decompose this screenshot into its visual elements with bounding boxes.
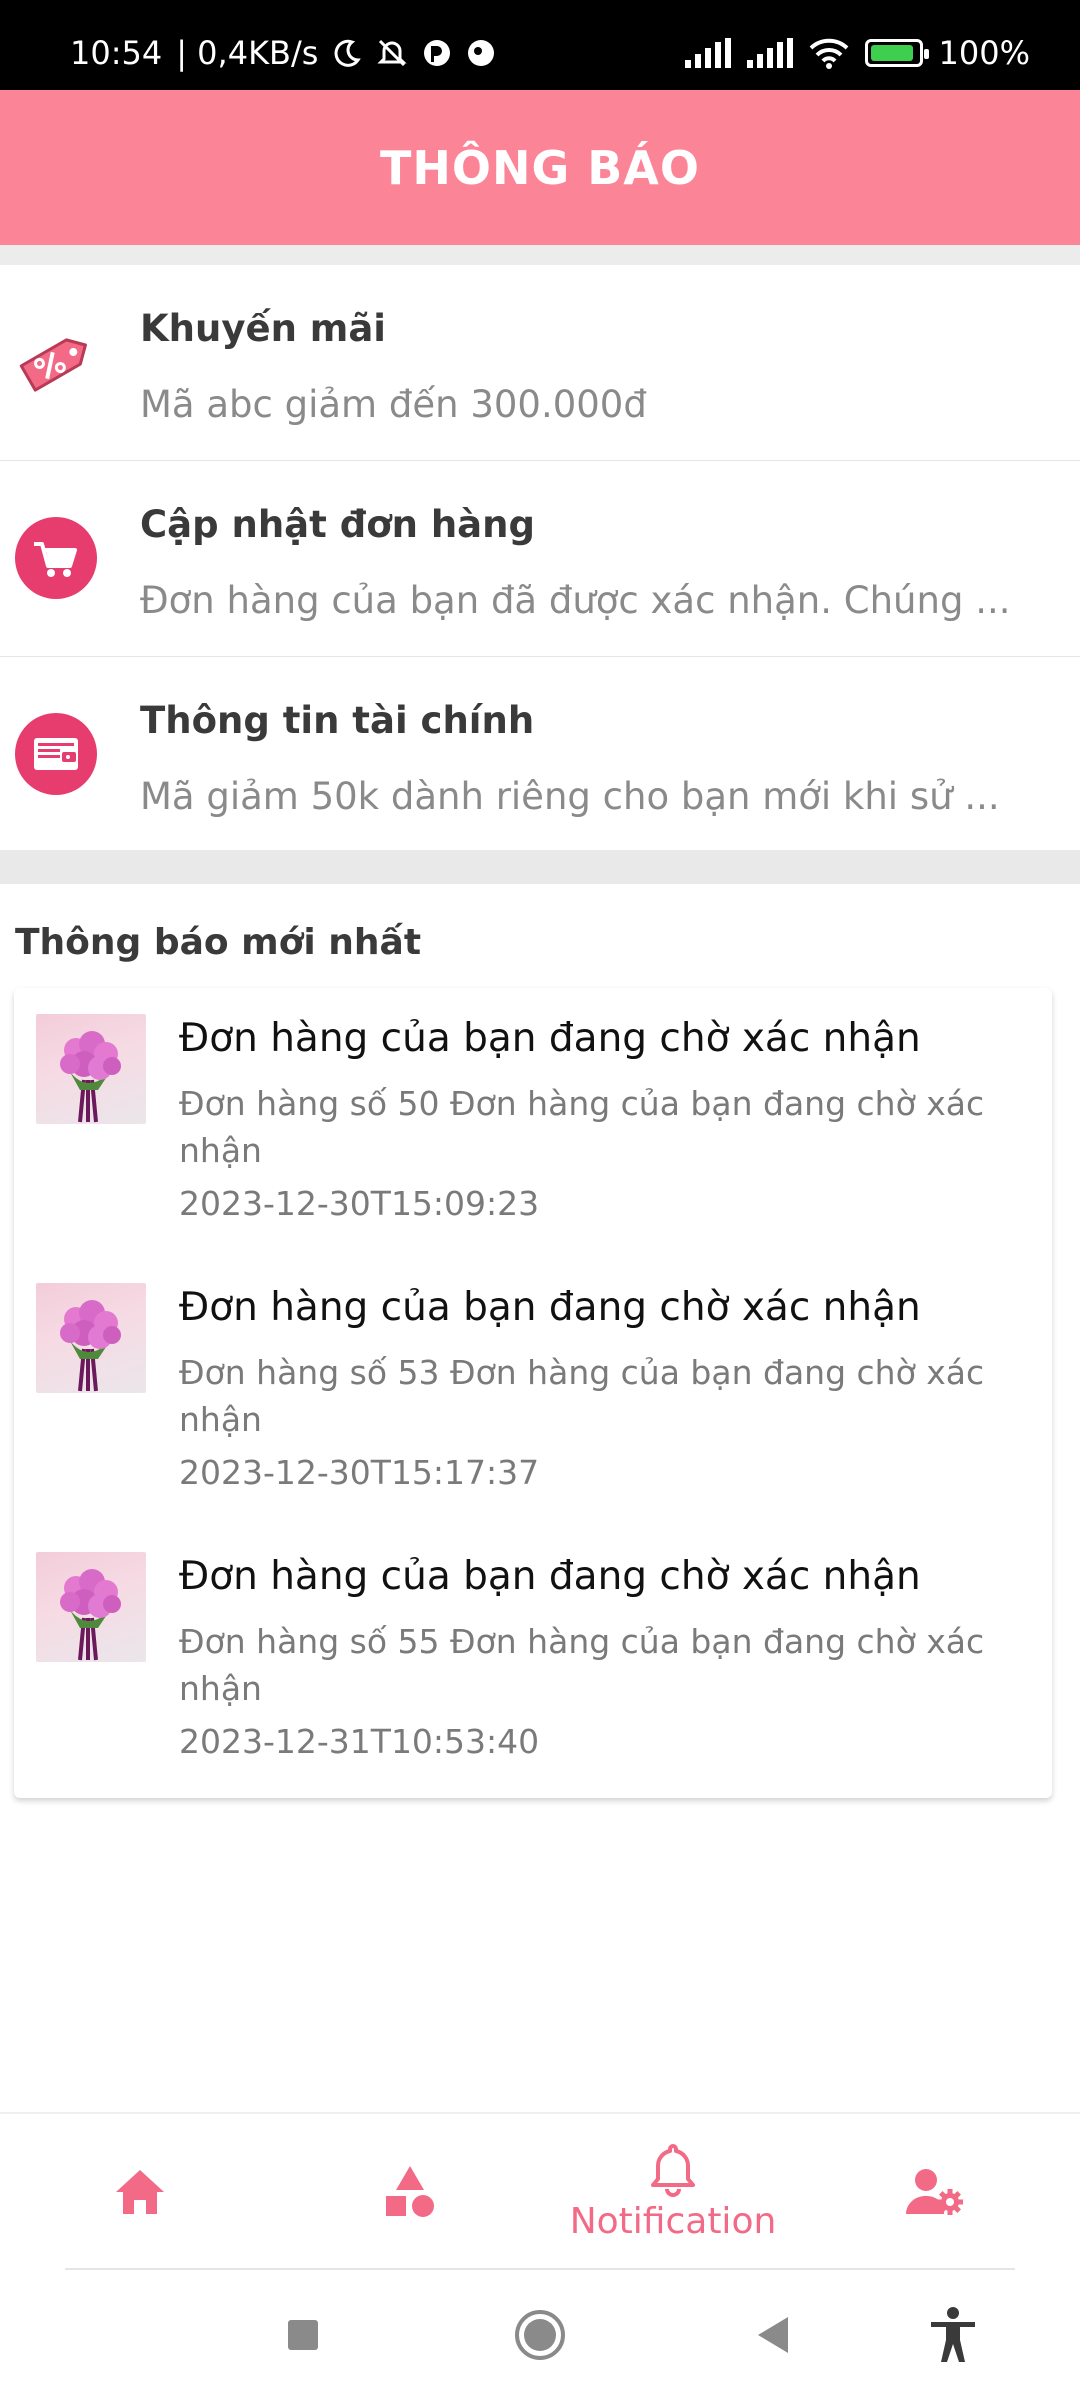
battery-icon: [864, 39, 929, 67]
wifi-icon: [809, 38, 848, 69]
notification-item[interactable]: Đơn hàng của bạn đang chờ xác nhận Đơn h…: [14, 1257, 1052, 1525]
category-description: Đơn hàng của bạn đã được xác nhận. Chúng…: [140, 579, 1011, 622]
category-title: Khuyến mãi: [140, 307, 386, 350]
home-icon: [116, 2170, 164, 2214]
category-finance[interactable]: Thông tin tài chính Mã giảm 50k dành riê…: [0, 657, 1080, 854]
app-notification-icon: [468, 40, 495, 66]
notification-title: Đơn hàng của bạn đang chờ xác nhận: [179, 1016, 921, 1061]
accessibility-button[interactable]: [908, 2290, 998, 2380]
category-description: Mã giảm 50k dành riêng cho bạn mới khi s…: [140, 775, 1000, 818]
category-title: Cập nhật đơn hàng: [140, 503, 535, 546]
nav-home[interactable]: [5, 2114, 275, 2270]
bell-icon: [651, 2143, 695, 2197]
notification-item[interactable]: Đơn hàng của bạn đang chờ xác nhận Đơn h…: [14, 1526, 1052, 1794]
home-button[interactable]: [495, 2290, 585, 2380]
notification-body: Đơn hàng số 50 Đơn hàng của bạn đang chờ…: [179, 1084, 985, 1170]
nav-categories[interactable]: [275, 2114, 545, 2270]
page-title: THÔNG BÁO: [379, 140, 701, 195]
app-header: THÔNG BÁO: [0, 90, 1080, 245]
section-divider: [0, 850, 1080, 884]
accessibility-icon: [931, 2307, 975, 2362]
signal-icon: [746, 38, 793, 68]
signal-icon: [684, 38, 731, 68]
category-promotion[interactable]: Khuyến mãi Mã abc giảm đến 300.000đ: [0, 265, 1080, 462]
status-left: 10:54 | 0,4KB/s: [70, 34, 496, 72]
cart-icon: [15, 517, 97, 599]
flower-bouquet-image: [36, 1014, 146, 1124]
flower-bouquet-image: [36, 1283, 146, 1393]
home-circle-icon: [515, 2310, 565, 2360]
notification-timestamp: 2023-12-30T15:17:37: [179, 1453, 540, 1492]
moon-icon: [334, 39, 362, 67]
wallet-icon: [15, 713, 97, 795]
user-settings-icon: [905, 2169, 963, 2215]
clock: 10:54: [70, 34, 163, 72]
back-triangle-icon: [758, 2317, 788, 2353]
battery-level: 100%: [938, 34, 1030, 72]
category-description: Mã abc giảm đến 300.000đ: [140, 383, 647, 426]
shapes-icon: [386, 2166, 434, 2217]
bottom-navigation: Notification: [0, 2112, 1080, 2272]
app-notification-icon: [424, 40, 451, 66]
nav-notification[interactable]: Notification: [538, 2114, 808, 2270]
back-button[interactable]: [728, 2290, 818, 2380]
notification-title: Đơn hàng của bạn đang chờ xác nhận: [179, 1554, 921, 1599]
notification-title: Đơn hàng của bạn đang chờ xác nhận: [179, 1285, 921, 1330]
category-title: Thông tin tài chính: [140, 699, 535, 742]
category-order-update[interactable]: Cập nhật đơn hàng Đơn hàng của bạn đã đư…: [0, 461, 1080, 658]
system-navigation-bar: [0, 2270, 1080, 2400]
discount-tag-icon: [19, 338, 87, 392]
notification-item[interactable]: Đơn hàng của bạn đang chờ xác nhận Đơn h…: [14, 988, 1052, 1256]
flower-bouquet-image: [36, 1552, 146, 1662]
notification-body: Đơn hàng số 55 Đơn hàng của bạn đang chờ…: [179, 1622, 985, 1708]
network-speed: | 0,4KB/s: [176, 34, 319, 72]
latest-notifications-list: Đơn hàng của bạn đang chờ xác nhận Đơn h…: [14, 988, 1052, 1798]
recents-square-icon: [288, 2320, 318, 2350]
mute-bell-icon: [377, 39, 408, 67]
nav-account-settings[interactable]: [800, 2114, 1070, 2270]
notification-body: Đơn hàng số 53 Đơn hàng của bạn đang chờ…: [179, 1353, 985, 1439]
notification-timestamp: 2023-12-31T10:53:40: [179, 1722, 540, 1761]
notification-timestamp: 2023-12-30T15:09:23: [179, 1184, 540, 1223]
status-right: 100%: [684, 34, 1030, 72]
nav-notification-label: Notification: [569, 2200, 777, 2242]
latest-heading: Thông báo mới nhất: [15, 922, 422, 963]
divider: [0, 245, 1080, 265]
status-bar: 10:54 | 0,4KB/s 100%: [0, 0, 1080, 90]
recents-button[interactable]: [258, 2290, 348, 2380]
